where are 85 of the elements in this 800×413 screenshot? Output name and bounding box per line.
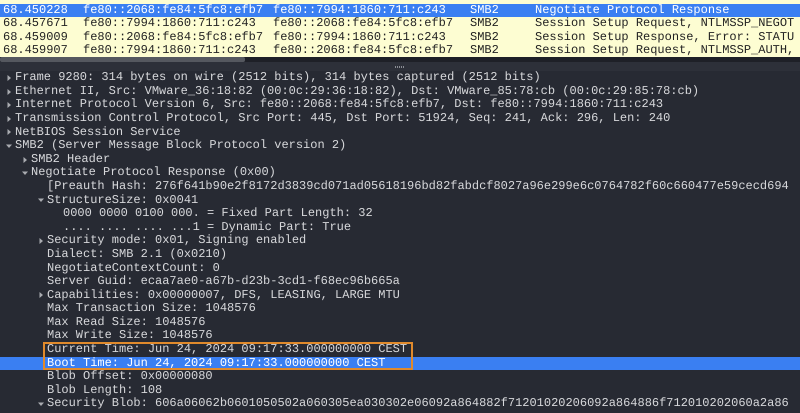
table-cell: 68.457671 [3,16,68,30]
field-text: Max Transaction Size: 1048576 [47,302,256,316]
table-cell: fe80::2068:fe84:5fc8:efb7 [273,16,454,30]
tree-row[interactable]: Security mode: 0x01, Signing enabled [0,234,800,248]
table-cell: SMB2 [470,42,499,57]
tree-row[interactable]: Current Time: Jun 24, 2024 09:17:33.000000000 CEST [0,343,800,357]
table-cell: fe80::7994:1860:711:c243 [83,42,256,57]
tree-row[interactable]: Max Transaction Size: 1048576 [0,302,800,316]
caret-right-icon[interactable] [22,156,28,163]
table-cell: fe80::2068:fe84:5fc8:efb7 [83,30,264,44]
packet-row[interactable]: 68.459907 fe80::7994:1860:711:c243 fe80::2068:fe84:5fc8:efb7 SMB2 Session Setup Request, NTLMSSP_AUTH, [0,44,800,58]
field-text: Max Read Size: 1048576 [47,316,206,329]
table-cell: fe80::7994:1860:711:c243 [83,16,256,30]
tree-row[interactable]: Capabilities: 0x00000007, DFS, LEASING, LARGE MTU [0,288,800,302]
table-cell: Session Setup Request, NTLMSSP_NEGOT [535,16,794,30]
tree-row[interactable]: Frame 9280: 314 bytes on wire (2512 bits), 314 bytes captured (2512 bits) [0,71,800,85]
caret-right-icon[interactable] [38,292,44,298]
field-text: Current Time: Jun 24, 2024 09:17:33.000000000 CEST [47,343,408,357]
field-text: Capabilities: 0x00000007, DFS, LEASING, LARGE MTU [47,288,400,302]
table-cell: Session Setup Request, NTLMSSP_AUTH, [535,42,794,57]
table-cell: SMB2 [470,3,499,17]
packet-row[interactable]: 68.459009 fe80::2068:fe84:5fc8:efb7 fe80::7994:1860:711:c243 SMB2 Session Setup Response, Error: STATU [0,30,800,44]
tree-row[interactable]: Max Write Size: 1048576 [0,329,800,344]
tree-row[interactable]: SMB2 (Server Message Block Protocol version 2) [0,139,800,153]
packet-row[interactable]: 68.450228 fe80::2068:fe84:5fc8:efb7 fe80::7994:1860:711:c243 SMB2 Negotiate Protocol Response [0,4,800,18]
splitter-handle[interactable] [395,66,405,68]
caret-right-icon[interactable] [6,88,12,95]
tree-row[interactable]: 0000 0000 0100 000. = Fixed Part Length: 32 [0,207,800,221]
table-cell: 68.450228 [3,3,68,17]
caret-right-icon[interactable] [6,102,12,108]
tree-row[interactable]: Blob Offset: 0x00000080 [0,370,800,384]
table-cell: 68.459907 [3,42,68,57]
tree-row[interactable]: Internet Protocol Version 6, Src: fe80::2068:fe84:5fc8:efb7, Dst: fe80::7994:1860:711:c243 [0,98,800,112]
field-text: 0000 0000 0100 000. = Fixed Part Length: 32 [63,207,373,221]
caret-down-icon[interactable] [22,170,28,176]
field-text: Dialect: SMB 2.1 (0x0210) [47,248,228,262]
caret-right-icon[interactable] [6,129,12,136]
table-cell: 68.459009 [3,30,68,44]
field-text: StructureSize: 0x0041 [47,194,198,208]
table-cell: Negotiate Protocol Response [535,3,730,17]
field-text: Security mode: 0x01, Signing enabled [47,234,306,248]
tree-row[interactable]: .... .... .... ...1 = Dynamic Part: True [0,220,800,234]
tree-row[interactable]: Negotiate Protocol Response (0x00) [0,166,800,180]
caret-right-icon[interactable] [6,74,12,81]
table-cell: fe80::7994:1860:711:c243 [273,30,446,44]
tree-row[interactable]: Server Guid: ecaa7ae0-a67b-d23b-3cd1-f68ec96b665a [0,275,800,289]
field-text: Boot Time: Jun 24, 2024 09:17:33.000000000 CEST [47,356,386,370]
caret-right-icon[interactable] [6,116,12,122]
field-text: SMB2 (Server Message Block Protocol version 2) [15,139,346,153]
caret-down-icon[interactable] [38,197,44,204]
tree-row[interactable]: Transmission Control Protocol, Src Port: 445, Dst Port: 51924, Seq: 241, Ack: 296, Len: 240 [0,112,800,126]
tree-row[interactable]: Boot Time: Jun 24, 2024 09:17:33.000000000 CEST [0,356,800,370]
field-text: Max Write Size: 1048576 [47,329,213,344]
table-cell: fe80::2068:fe84:5fc8:efb7 [83,3,264,17]
field-text: Blob Offset: 0x00000080 [47,370,213,384]
tree-row[interactable]: NegotiateContextCount: 0 [0,262,800,276]
scrollbar-thumb[interactable] [0,57,245,62]
field-text: NegotiateContextCount: 0 [47,262,220,275]
field-text: Internet Protocol Version 6, Src: fe80::2068:fe84:5fc8:efb7, Dst: fe80::7994:1860:711:c243 [15,98,664,112]
caret-down-icon[interactable] [6,142,12,149]
field-text: .... .... .... ...1 = Dynamic Part: True [63,220,352,234]
field-text: Transmission Control Protocol, Src Port: 445, Dst Port: 51924, Seq: 241, Ack: 296, Len: 240 [15,112,670,126]
tree-row[interactable]: Dialect: SMB 2.1 (0x0210) [0,248,800,262]
tree-row[interactable]: Max Read Size: 1048576 [0,316,800,330]
field-text: NetBIOS Session Service [15,126,181,139]
tree-row[interactable]: Blob Length: 108 [0,384,800,398]
packet-row[interactable]: 68.457671 fe80::7994:1860:711:c243 fe80::2068:fe84:5fc8:efb7 SMB2 Session Setup Request, NTLMSSP_NEGOT [0,17,800,31]
horizontal-scrollbar[interactable] [0,57,800,62]
table-cell: fe80::7994:1860:711:c243 [273,3,446,17]
table-cell: fe80::2068:fe84:5fc8:efb7 [273,42,454,57]
table-cell: SMB2 [470,16,499,30]
field-text: Server Guid: ecaa7ae0-a67b-d23b-3cd1-f68ec96b665a [47,275,400,289]
table-cell: Session Setup Response, Error: STATU [535,30,794,44]
tree-row[interactable]: Ethernet II, Src: VMware_36:18:82 (00:0c:29:36:18:82), Dst: VMware_85:78:cb (00:0c:29:85:78:cb) [0,84,800,98]
field-text: Frame 9280: 314 bytes on wire (2512 bits), 314 bytes captured (2512 bits) [15,71,541,85]
caret-right-icon[interactable] [38,238,44,244]
tree-row[interactable]: SMB2 Header [0,152,800,166]
tree-row[interactable]: StructureSize: 0x0041 [0,194,800,208]
table-cell: SMB2 [470,30,499,44]
caret-down-icon[interactable] [38,401,44,408]
field-text: Blob Length: 108 [47,384,162,397]
tree-row[interactable]: NetBIOS Session Service [0,126,800,140]
field-text: SMB2 Header [31,152,110,166]
field-text: Ethernet II, Src: VMware_36:18:82 (00:0c:29:36:18:82), Dst: VMware_85:78:cb (00:0c:29:85:78:cb) [15,84,700,98]
field-text: Negotiate Protocol Response (0x00) [31,166,276,180]
